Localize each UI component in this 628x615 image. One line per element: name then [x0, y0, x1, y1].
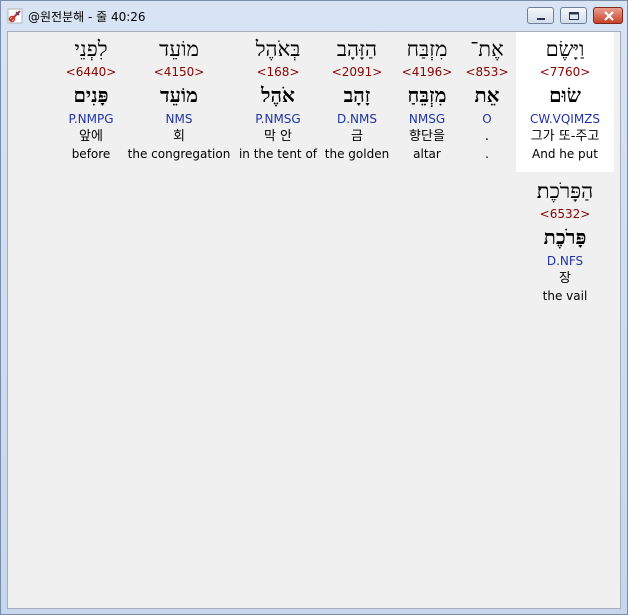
hebrew-word: הַזָּהָב [336, 37, 378, 61]
hebrew-lemma: מוֹעֵד [160, 83, 198, 107]
hebrew-word: לִפְנֵי [74, 37, 108, 61]
hebrew-lemma: זָהָב [343, 83, 371, 107]
word-block[interactable]: מוֹעֵד <4150> מוֹעֵד NMS 회 the congregat… [124, 34, 234, 162]
strong-number: <168> [256, 65, 300, 79]
hebrew-word: מִזְבַּח [406, 37, 448, 61]
morphology-code: P.NMPG [68, 112, 114, 126]
hebrew-lemma: אֵת [474, 83, 500, 107]
word-block[interactable]: וַיָּשֶׂם <7760> שׂוּם CW.VQIMZS 그가 또-주고… [518, 34, 612, 162]
morphology-code: O [482, 112, 492, 126]
strong-number: <6532> [539, 207, 591, 221]
word-block[interactable]: הַפָּרֹכֶת׃ <6532> פָּרֹכֶת D.NFS 장 the … [518, 176, 612, 304]
strong-number: <2091> [331, 65, 383, 79]
english-gloss: And he put [532, 147, 598, 161]
korean-gloss: . [484, 129, 490, 144]
english-gloss: the congregation [127, 147, 231, 161]
close-button[interactable] [593, 7, 623, 24]
english-gloss: in the tent of [238, 147, 318, 161]
maximize-button[interactable] [560, 7, 587, 24]
korean-gloss: 회 [173, 129, 185, 144]
strong-number: <4150> [153, 65, 205, 79]
strong-number: <4196> [401, 65, 453, 79]
korean-gloss: 금 [351, 129, 363, 144]
title-bar[interactable]: @원전분해 - 줄 40:26 [1, 1, 627, 31]
korean-gloss: 향단을 [409, 129, 445, 144]
english-gloss: before [71, 147, 111, 161]
word-block[interactable]: מִזְבַּח <4196> מִזְבֵּחַ NMSG 향단을 altar [394, 34, 460, 162]
maximize-icon [569, 12, 579, 20]
hebrew-word: וַיָּשֶׂם [545, 37, 585, 61]
strong-number: <6440> [65, 65, 117, 79]
hebrew-lemma: שׂוּם [549, 83, 581, 107]
hebrew-lemma: פָּרֹכֶת [543, 225, 587, 249]
korean-gloss: 앞에 [79, 129, 103, 144]
hebrew-lemma: פָּנִים [73, 83, 109, 107]
english-gloss: altar [413, 147, 441, 161]
morphology-code: NMSG [408, 112, 446, 126]
korean-gloss: 막 안 [263, 129, 293, 144]
english-gloss: the golden [324, 147, 390, 161]
morphology-code: CW.VQIMZS [529, 112, 601, 126]
close-icon [604, 11, 614, 21]
hebrew-lemma: מִזְבֵּחַ [407, 83, 447, 107]
word-block[interactable]: אֶת־ <853> אֵת O . . [460, 34, 514, 162]
app-icon [7, 8, 23, 24]
strong-number: <7760> [539, 65, 591, 79]
window-title: @원전분해 - 줄 40:26 [28, 10, 146, 24]
word-block[interactable]: בְּאֹהֶל <168> אֹהֶל P.NMSG 막 안 in the t… [232, 34, 324, 162]
korean-gloss: 그가 또-주고 [530, 129, 600, 144]
hebrew-lemma: אֹהֶל [261, 83, 295, 107]
strong-number: <853> [465, 65, 509, 79]
word-block[interactable]: לִפְנֵי <6440> פָּנִים P.NMPG 앞에 before [58, 34, 124, 162]
app-window: @원전분해 - 줄 40:26 וַיָּשֶׂם <7760> שׂוּם C… [0, 0, 628, 615]
english-gloss: the vail [542, 289, 588, 303]
korean-gloss: 장 [559, 271, 571, 286]
hebrew-word: הַפָּרֹכֶת׃ [536, 179, 594, 203]
minimize-button[interactable] [527, 7, 554, 24]
minimize-icon [537, 18, 545, 20]
hebrew-word: מוֹעֵד [159, 37, 199, 61]
english-gloss: . [485, 147, 489, 161]
morphology-code: D.NFS [546, 254, 584, 268]
hebrew-word: אֶת־ [470, 37, 504, 61]
morphology-code: NMS [165, 112, 193, 126]
hebrew-word: בְּאֹהֶל [255, 37, 301, 61]
analysis-panel: וַיָּשֶׂם <7760> שׂוּם CW.VQIMZS 그가 또-주고… [7, 31, 621, 609]
morphology-code: P.NMSG [255, 112, 301, 126]
morphology-code: D.NMS [336, 112, 377, 126]
word-block[interactable]: הַזָּהָב <2091> זָהָב D.NMS 금 the golden [320, 34, 394, 162]
